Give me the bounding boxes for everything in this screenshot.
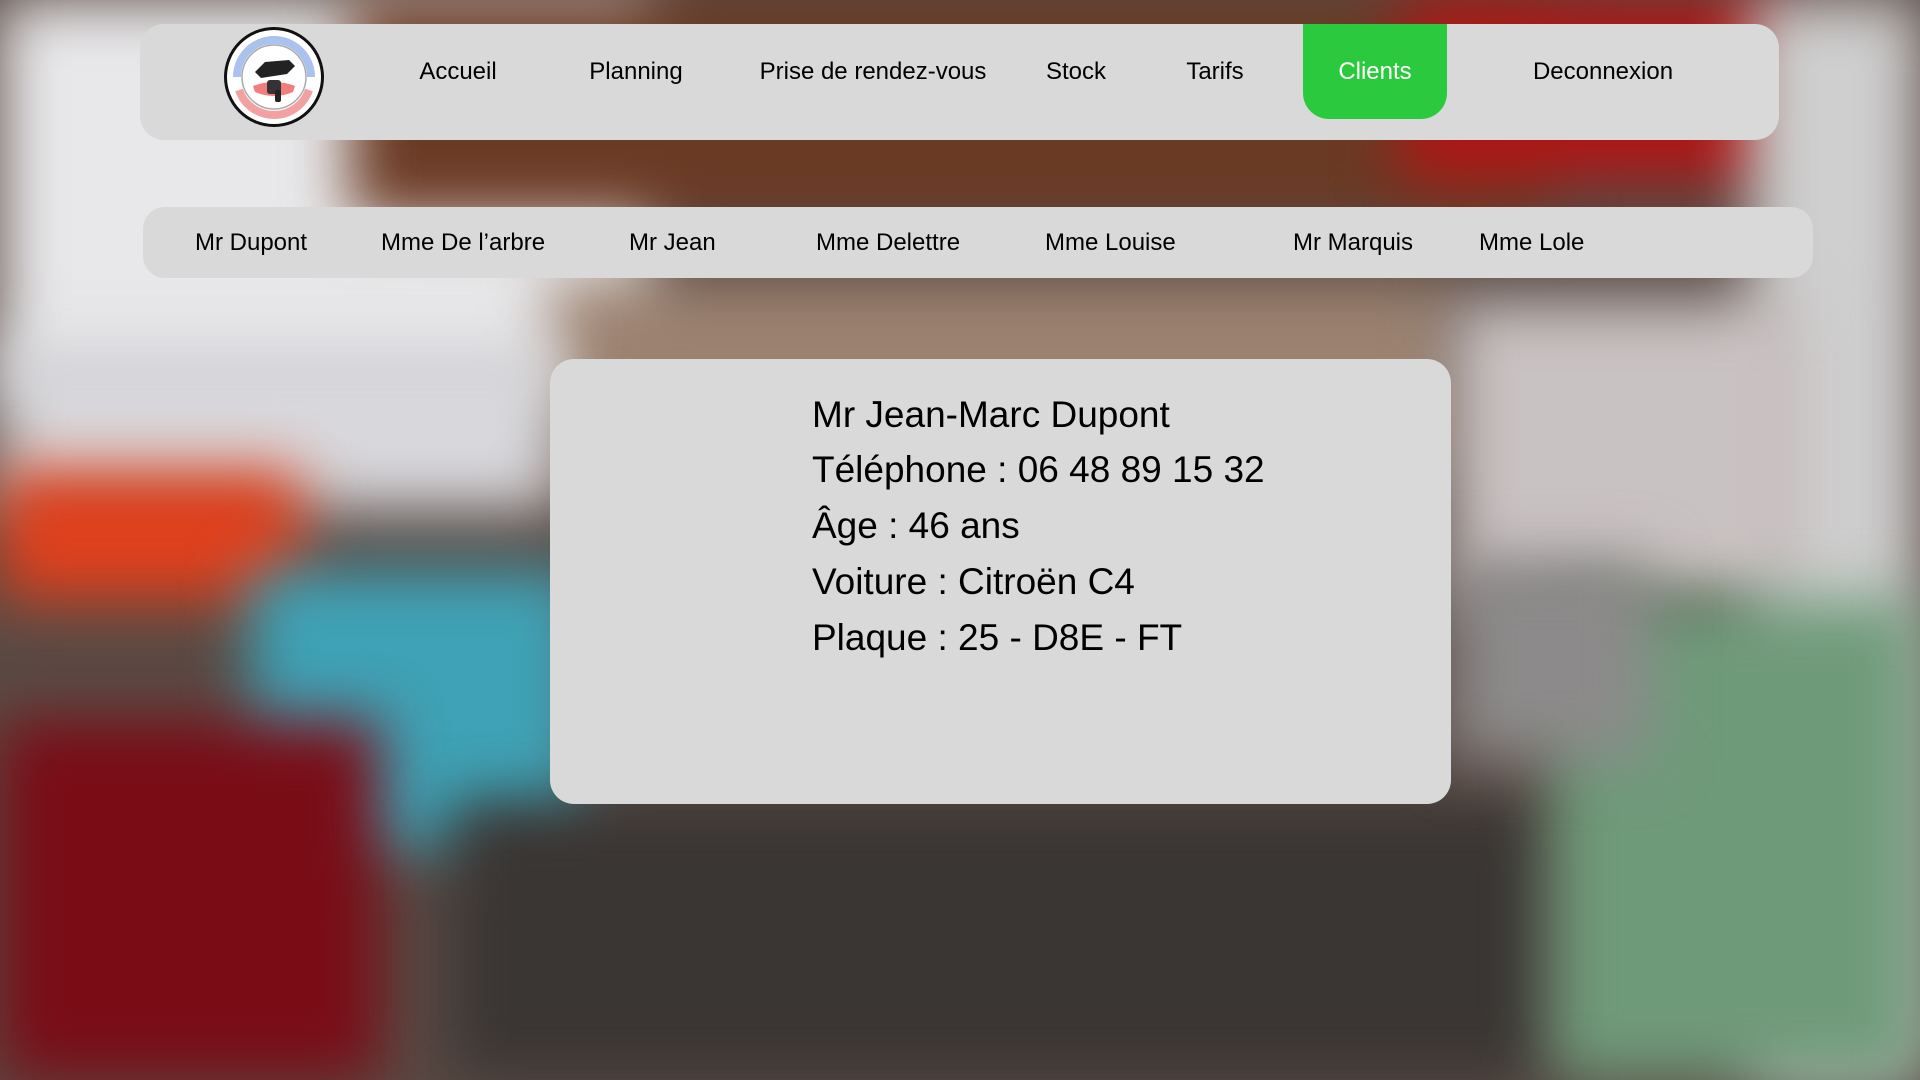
logo-emblem-icon [230,33,318,121]
nav-stock[interactable]: Stock [1046,24,1106,119]
nav-accueil[interactable]: Accueil [419,24,496,119]
client-tab[interactable]: Mr Marquis [1293,207,1413,278]
client-tab[interactable]: Mme Lole [1479,207,1584,278]
client-tab[interactable]: Mme De l’arbre [381,207,545,278]
client-tab[interactable]: Mr Dupont [195,207,307,278]
client-plate: Plaque : 25 - D8E - FT [812,617,1183,658]
nav-deconnexion[interactable]: Deconnexion [1533,24,1673,119]
nav-tarifs[interactable]: Tarifs [1186,24,1243,119]
logo[interactable] [224,27,324,127]
client-phone: Téléphone : 06 48 89 15 32 [812,449,1265,490]
nav-planning[interactable]: Planning [589,24,682,119]
nav-prise-de-rendez-vous[interactable]: Prise de rendez-vous [760,24,987,119]
client-tab[interactable]: Mr Jean [629,207,716,278]
client-tab[interactable]: Mme Louise [1045,207,1176,278]
client-name: Mr Jean-Marc Dupont [812,394,1170,435]
client-car: Voiture : Citroën C4 [812,561,1135,602]
client-age: Âge : 46 ans [812,505,1020,546]
client-tab[interactable]: Mme Delettre [816,207,960,278]
nav-clients[interactable]: Clients [1303,24,1447,119]
